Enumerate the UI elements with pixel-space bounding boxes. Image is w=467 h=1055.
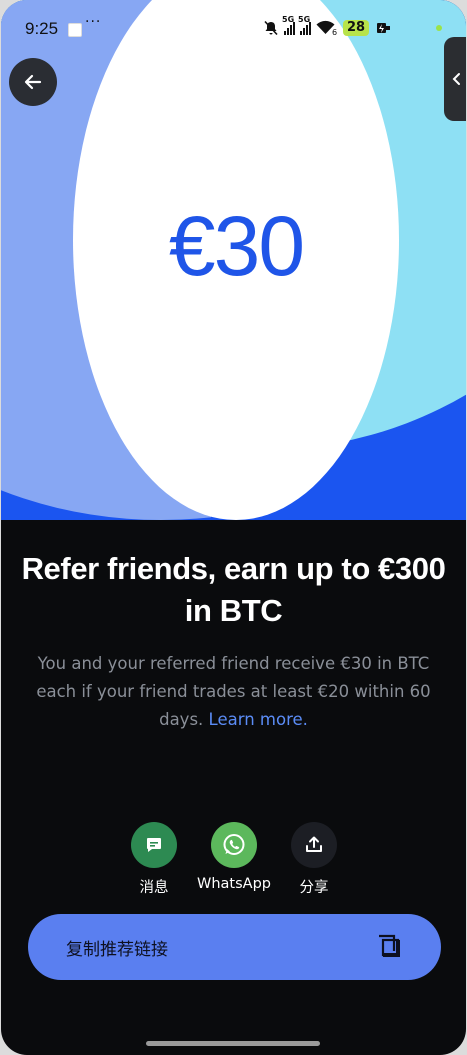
share-more-button[interactable]: 分享: [269, 822, 359, 897]
share-whatsapp-label: WhatsApp: [197, 876, 271, 892]
share-messages-button[interactable]: 消息: [109, 822, 199, 897]
side-panel-handle[interactable]: [444, 37, 466, 121]
privacy-dot: [436, 25, 442, 31]
copy-referral-link-button[interactable]: 复制推荐链接: [28, 914, 441, 980]
copy-icon: [379, 934, 400, 957]
charging-icon: [377, 23, 391, 33]
signal-icon-1: 5G: [282, 15, 295, 35]
mute-bell-icon: [264, 20, 278, 36]
network-label-1: 5G: [282, 15, 295, 24]
status-bar: 9:25 ··· 5G 5G 6 28: [1, 0, 466, 40]
share-more-label: 分享: [299, 880, 329, 896]
description: You and your referred friend receive €30…: [23, 650, 444, 734]
chevron-left-icon: [452, 73, 460, 85]
hero-amount: €30: [168, 199, 305, 293]
status-time: 9:25: [25, 19, 59, 38]
share-whatsapp-circle: [211, 822, 257, 868]
status-overflow: ···: [85, 14, 102, 30]
share-more-circle: [291, 822, 337, 868]
share-icon: [306, 836, 322, 852]
whatsapp-icon: [223, 834, 245, 855]
notification-icon: [68, 23, 82, 37]
home-indicator[interactable]: [146, 1041, 320, 1046]
back-button[interactable]: [9, 58, 57, 106]
share-messages-circle: [131, 822, 177, 868]
arrow-left-icon: [24, 74, 42, 90]
battery-indicator: 28: [343, 20, 370, 36]
page-title: Refer friends, earn up to €300 in BTC: [21, 551, 446, 628]
network-label-2: 5G: [298, 15, 311, 24]
copy-referral-link-label: 复制推荐链接: [66, 939, 168, 960]
share-whatsapp-button[interactable]: WhatsApp: [189, 822, 279, 892]
signal-icon-2: 5G: [298, 15, 311, 35]
learn-more-link[interactable]: Learn more.: [209, 710, 308, 729]
share-messages-label: 消息: [139, 880, 169, 896]
phone-screen: €30 9:25 ··· 5G 5G 6 28 Refer friends, e…: [1, 0, 466, 1055]
wifi-sub-label: 6: [332, 28, 338, 37]
hero-banner: €30: [1, 0, 466, 520]
message-icon: [147, 838, 161, 852]
